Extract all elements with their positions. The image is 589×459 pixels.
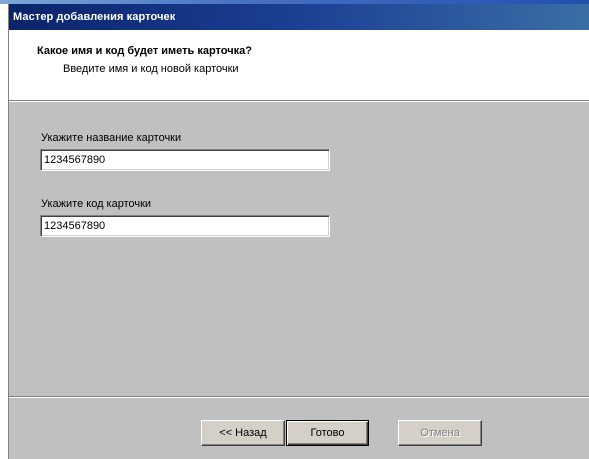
wizard-body: Укажите название карточки 1234567890 Ука… xyxy=(9,102,589,396)
card-name-label: Укажите название карточки xyxy=(41,132,182,144)
wizard-step-subtitle: Введите имя и код новой карточки xyxy=(63,63,239,75)
card-code-label: Укажите код карточки xyxy=(41,198,152,210)
card-code-input[interactable]: 1234567890 xyxy=(40,215,330,237)
window-left-edge xyxy=(0,4,9,459)
finish-button[interactable]: Готово xyxy=(286,420,369,446)
wizard-header: Какое имя и код будет иметь карточка? Вв… xyxy=(9,30,589,100)
wizard-step-title: Какое имя и код будет иметь карточка? xyxy=(37,45,252,57)
window-title: Мастер добавления карточек xyxy=(13,11,176,23)
cancel-button[interactable]: Отмена xyxy=(398,420,482,446)
window-titlebar[interactable]: Мастер добавления карточек xyxy=(9,4,589,30)
back-button[interactable]: << Назад xyxy=(201,420,285,446)
card-name-input[interactable]: 1234567890 xyxy=(40,149,330,171)
wizard-footer: << Назад Готово Отмена xyxy=(9,398,589,459)
